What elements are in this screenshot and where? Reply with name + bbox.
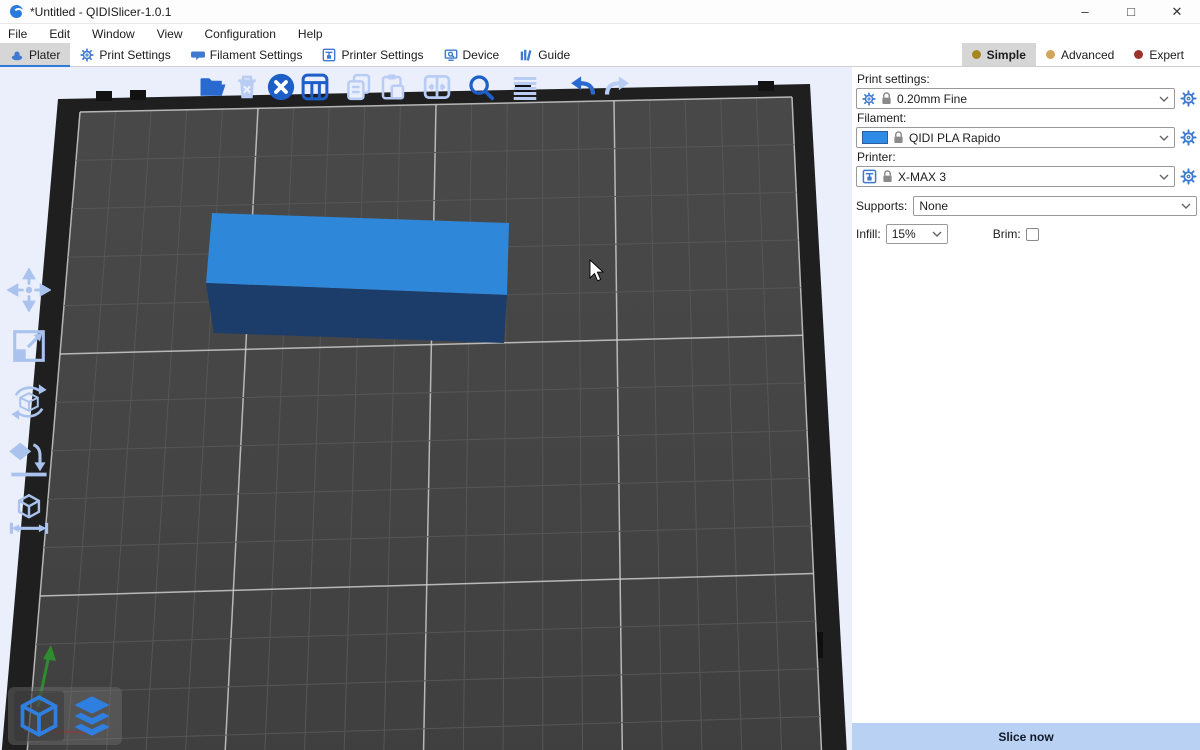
variable-layer-height-button (508, 70, 542, 104)
view-mode-toggle (8, 687, 122, 745)
infill-label: Infill: (856, 227, 881, 241)
redo-button (600, 70, 634, 104)
menu-bar: File Edit Window View Configuration Help (0, 24, 1200, 43)
measure-gizmo-button[interactable] (4, 491, 54, 537)
chevron-down-icon (1159, 173, 1169, 181)
print-settings-value: 0.20mm Fine (897, 92, 967, 106)
3d-editor-view-button[interactable] (14, 691, 64, 741)
edit-print-settings-button[interactable] (1180, 90, 1197, 107)
menu-view[interactable]: View (157, 27, 183, 41)
window-title: *Untitled - QIDISlicer-1.0.1 (30, 5, 171, 19)
tab-device[interactable]: Device (434, 43, 510, 66)
expert-dot-icon (1134, 50, 1143, 59)
printer-select[interactable]: X-MAX 3 (856, 166, 1175, 187)
edit-filament-button[interactable] (1180, 129, 1197, 146)
print-settings-label: Print settings: (857, 72, 1197, 86)
gear-icon (80, 48, 94, 62)
filament-value: QIDI PLA Rapido (909, 131, 1000, 145)
edit-printer-button[interactable] (1180, 168, 1197, 185)
title-bar: *Untitled - QIDISlicer-1.0.1 – □ ✕ (0, 0, 1200, 24)
scale-gizmo-button[interactable] (4, 323, 54, 369)
infill-select[interactable]: 15% (886, 224, 948, 244)
guide-icon (519, 48, 533, 62)
menu-file[interactable]: File (8, 27, 27, 41)
slice-now-button[interactable]: Slice now (852, 723, 1200, 750)
chevron-down-icon (932, 230, 942, 238)
menu-window[interactable]: Window (92, 27, 135, 41)
search-button[interactable] (464, 70, 498, 104)
move-gizmo-button[interactable] (4, 267, 54, 313)
3d-viewport[interactable] (0, 67, 852, 750)
minimize-button[interactable]: – (1062, 0, 1108, 23)
gear-icon (862, 92, 876, 106)
filament-label: Filament: (857, 111, 1197, 125)
settings-panel: Print settings: 0.20mm Fine Filament: (852, 67, 1200, 750)
rotate-gizmo-button[interactable] (4, 379, 54, 425)
infill-value: 15% (892, 227, 916, 241)
supports-select[interactable]: None (913, 196, 1197, 216)
filament-icon (191, 48, 205, 62)
split-objects-button (420, 70, 454, 104)
print-bed-scene (0, 67, 852, 750)
model-box[interactable] (206, 213, 509, 343)
printer-icon (322, 48, 336, 62)
chevron-down-icon (1159, 95, 1169, 103)
tab-bar: Plater Print Settings Filament Settings … (0, 43, 1200, 67)
device-monitor-icon (444, 48, 458, 62)
tab-print-settings[interactable]: Print Settings (70, 43, 180, 66)
mode-advanced[interactable]: Advanced (1036, 43, 1124, 66)
chevron-down-icon (1159, 134, 1169, 142)
delete-button (230, 70, 264, 104)
arrange-button[interactable] (298, 70, 332, 104)
lock-icon (882, 170, 893, 183)
maximize-button[interactable]: □ (1108, 0, 1154, 23)
gizmo-toolbar (4, 267, 54, 537)
chevron-down-icon (1181, 202, 1191, 210)
mode-simple[interactable]: Simple (962, 43, 1036, 66)
tab-guide[interactable]: Guide (509, 43, 580, 66)
place-on-face-gizmo-button[interactable] (4, 435, 54, 481)
mode-switcher: Simple Advanced Expert (962, 43, 1200, 66)
tab-printer-settings[interactable]: Printer Settings (312, 43, 433, 66)
menu-configuration[interactable]: Configuration (205, 27, 276, 41)
menu-help[interactable]: Help (298, 27, 323, 41)
lock-icon (893, 131, 904, 144)
filament-color-swatch (862, 131, 888, 144)
tab-plater[interactable]: Plater (0, 43, 70, 66)
advanced-dot-icon (1046, 50, 1055, 59)
app-logo-icon (10, 5, 23, 18)
supports-value: None (919, 199, 948, 213)
copy-button (342, 70, 376, 104)
preview-layers-view-button[interactable] (67, 691, 117, 741)
printer-value: X-MAX 3 (898, 170, 946, 184)
simple-dot-icon (972, 50, 981, 59)
menu-edit[interactable]: Edit (49, 27, 70, 41)
open-file-button[interactable] (196, 70, 230, 104)
filament-select[interactable]: QIDI PLA Rapido (856, 127, 1175, 148)
delete-all-button[interactable] (264, 70, 298, 104)
plater-icon (10, 48, 24, 62)
plater-toolbar (196, 70, 634, 104)
lock-icon (881, 92, 892, 105)
print-settings-select[interactable]: 0.20mm Fine (856, 88, 1175, 109)
supports-label: Supports: (856, 199, 907, 213)
brim-checkbox[interactable] (1026, 228, 1039, 241)
undo-button[interactable] (566, 70, 600, 104)
paste-button (376, 70, 410, 104)
printer-label: Printer: (857, 150, 1197, 164)
printer-icon (862, 169, 877, 184)
brim-label: Brim: (993, 227, 1021, 241)
tab-filament-settings[interactable]: Filament Settings (181, 43, 313, 66)
close-button[interactable]: ✕ (1154, 0, 1200, 23)
mode-expert[interactable]: Expert (1124, 43, 1194, 66)
